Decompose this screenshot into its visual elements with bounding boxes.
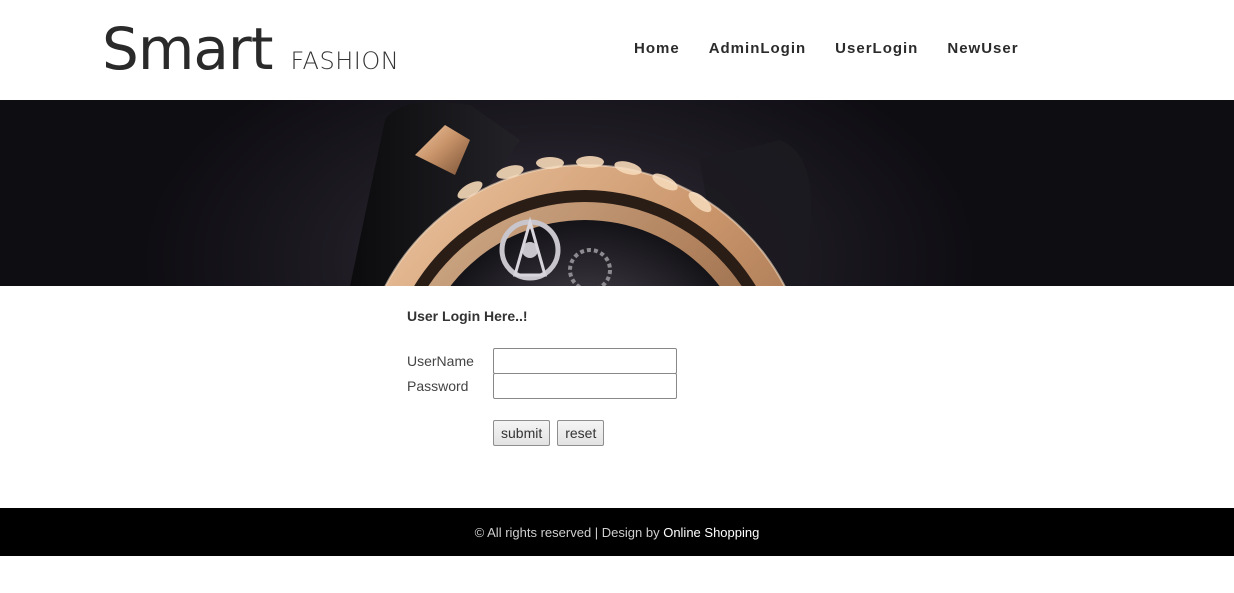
password-row: Password (407, 373, 677, 399)
username-label: UserName (407, 353, 474, 369)
nav-user-login[interactable]: UserLogin (835, 38, 918, 60)
form-buttons: submit reset (493, 420, 605, 446)
copyright-text: © All rights reserved | Design by (474, 524, 660, 540)
site-header: Smart FASHION Home AdminLogin UserLogin … (0, 0, 1234, 100)
login-title: User Login Here..! (407, 308, 528, 324)
site-logo[interactable]: Smart FASHION (102, 14, 399, 84)
logo-sub-text: FASHION (290, 47, 400, 75)
username-row: UserName (407, 348, 677, 374)
nav-admin-login[interactable]: AdminLogin (709, 38, 806, 60)
watch-illustration (350, 102, 812, 286)
nav-new-user[interactable]: NewUser (947, 38, 1018, 60)
footer-link-online-shopping[interactable]: Online Shopping (663, 525, 759, 540)
submit-button[interactable]: submit (493, 420, 551, 446)
username-input[interactable] (493, 348, 677, 374)
password-input[interactable] (493, 373, 677, 399)
main-nav: Home AdminLogin UserLogin NewUser (634, 38, 1048, 60)
nav-home[interactable]: Home (634, 38, 680, 60)
login-panel: User Login Here..! UserName Password sub… (407, 306, 907, 446)
password-label: Password (407, 378, 469, 394)
watch-banner-image (0, 100, 1234, 286)
logo-main-text: Smart (102, 15, 273, 83)
footer-text: © All rights reserved | Design by Online… (475, 525, 760, 540)
site-footer: © All rights reserved | Design by Online… (0, 508, 1234, 556)
reset-button[interactable]: reset (557, 420, 605, 446)
